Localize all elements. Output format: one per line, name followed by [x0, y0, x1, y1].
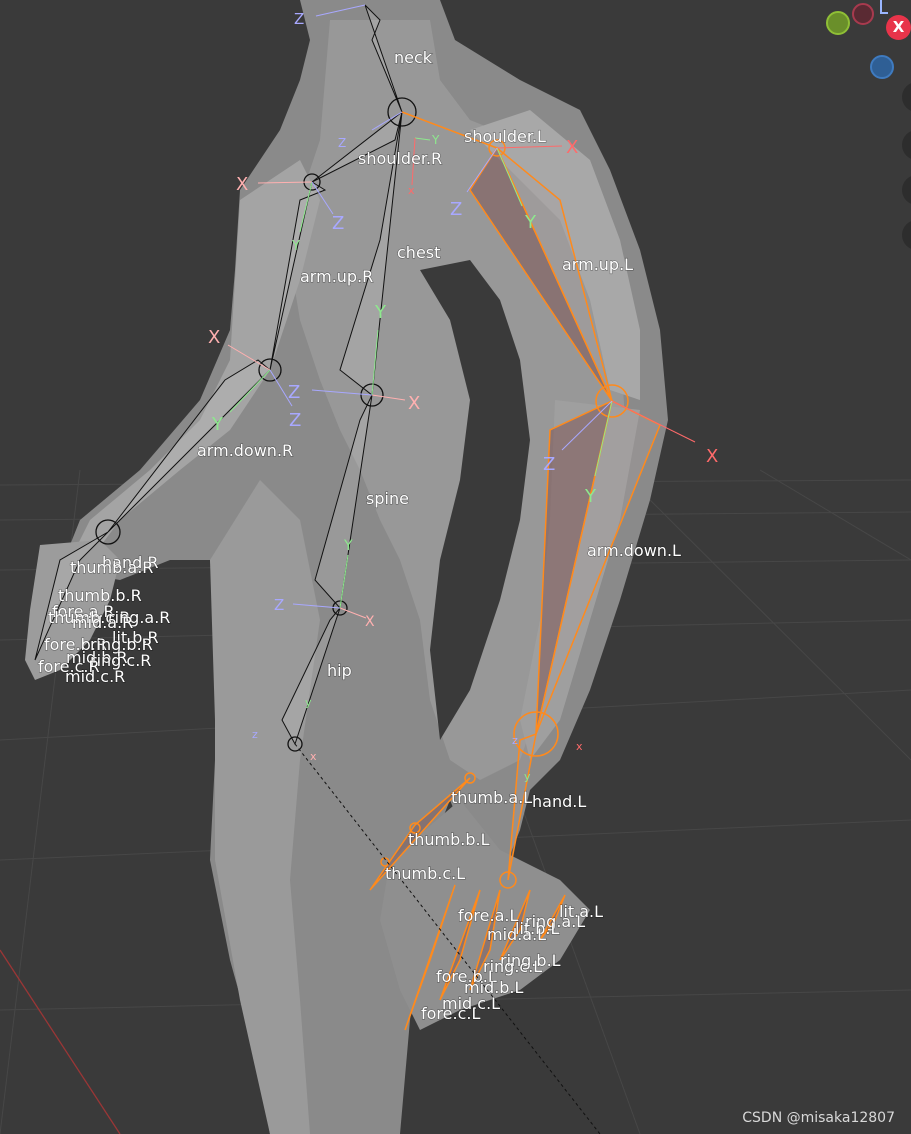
svg-text:X: X — [236, 174, 248, 195]
label-hand-l: hand.L — [532, 792, 586, 811]
svg-text:z: z — [512, 734, 518, 747]
label-arm-down-l: arm.down.L — [587, 541, 681, 560]
svg-text:Z: Z — [543, 454, 555, 475]
svg-text:X: X — [706, 446, 718, 467]
gizmo-y-axis-circle[interactable] — [826, 11, 850, 35]
svg-text:x: x — [408, 184, 415, 197]
watermark: CSDN @misaka12807 — [742, 1110, 895, 1126]
x-axis-line — [0, 949, 121, 1134]
svg-text:X: X — [365, 614, 375, 630]
label-thumb-b-l: thumb.b.L — [408, 830, 490, 849]
svg-text:Y: Y — [343, 538, 353, 554]
viewport-scene[interactable]: X Y Z X Y Z X Y Z X Y Z X Y Z Z Y X Z Y … — [0, 0, 911, 1134]
label-neck: neck — [394, 48, 433, 67]
svg-text:Y: Y — [524, 212, 537, 233]
label-mid-c-r: mid.c.R — [65, 667, 125, 686]
label-arm-down-r: arm.down.R — [197, 441, 293, 460]
label-shoulder-l: shoulder.L — [464, 127, 546, 146]
gizmo-z-axis-circle[interactable] — [870, 55, 894, 79]
label-mid-a-l: mid.a.L — [487, 925, 546, 944]
label-arm-up-r: arm.up.R — [300, 267, 373, 286]
svg-text:Y: Y — [374, 302, 387, 323]
label-thumb-c-l: thumb.c.L — [385, 864, 465, 883]
svg-text:X: X — [566, 137, 578, 158]
svg-text:y: y — [524, 770, 531, 783]
label-thumb-a-r: thumb.a.R — [70, 558, 153, 577]
svg-text:Z: Z — [332, 213, 344, 234]
svg-text:Y: Y — [211, 414, 224, 435]
label-fore-c-l: fore.c.L — [421, 1004, 480, 1023]
svg-text:Y: Y — [291, 239, 300, 254]
svg-text:x: x — [310, 750, 317, 763]
label-chest: chest — [397, 243, 440, 262]
svg-text:Z: Z — [288, 382, 300, 403]
svg-text:y: y — [305, 696, 312, 709]
svg-text:Z: Z — [274, 596, 284, 614]
label-fore-a-l: fore.a.L — [458, 906, 518, 925]
svg-text:Z: Z — [294, 10, 304, 28]
svg-text:X: X — [208, 327, 220, 348]
gizmo-edge-marker — [880, 0, 888, 14]
label-shoulder-r: shoulder.R — [358, 149, 442, 168]
svg-text:x: x — [576, 740, 583, 753]
svg-text:z: z — [252, 728, 258, 741]
svg-text:Z: Z — [289, 410, 301, 431]
svg-text:Y: Y — [584, 486, 597, 507]
svg-text:X: X — [408, 393, 420, 414]
3d-viewport[interactable]: X Y Z X Y Z X Y Z X Y Z X Y Z Z Y X Z Y … — [0, 0, 911, 1134]
label-arm-up-l: arm.up.L — [562, 255, 633, 274]
gizmo-x-axis-button[interactable]: X — [886, 15, 911, 40]
svg-text:Y: Y — [431, 133, 440, 147]
svg-text:Z: Z — [450, 199, 462, 220]
label-thumb-a-l: thumb.a.L — [451, 788, 532, 807]
svg-text:Z: Z — [338, 136, 346, 150]
gizmo-x-negative-circle[interactable] — [852, 3, 874, 25]
label-spine: spine — [366, 489, 409, 508]
label-hip: hip — [327, 661, 352, 680]
